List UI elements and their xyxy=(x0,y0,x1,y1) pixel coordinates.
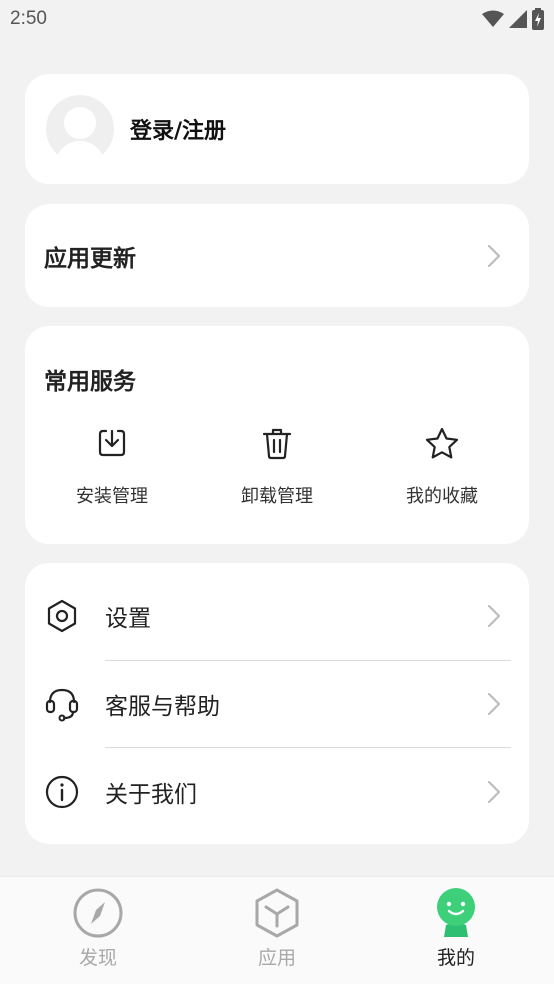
tab-discover-label: 发现 xyxy=(78,947,117,969)
status-time: 2:50 xyxy=(10,8,47,29)
chevron-right-icon xyxy=(487,244,501,267)
install-management-label: 安装管理 xyxy=(76,486,148,507)
info-icon xyxy=(44,774,80,810)
common-services-title: 常用服务 xyxy=(44,369,136,395)
my-favorites-label: 我的收藏 xyxy=(406,486,478,507)
cube-icon xyxy=(251,887,303,939)
install-management-button[interactable]: 安装管理 xyxy=(37,424,187,508)
login-register-label: 登录/注册 xyxy=(130,119,227,144)
settings-menu-card: 设置 客服与帮助 关于我们 xyxy=(25,563,529,844)
chevron-right-icon xyxy=(487,692,501,716)
wifi-icon xyxy=(482,10,504,27)
app-update-row[interactable]: 应用更新 xyxy=(25,204,529,307)
tab-apps[interactable]: 应用 xyxy=(222,887,332,970)
download-icon xyxy=(93,424,131,462)
default-avatar-icon xyxy=(46,95,114,163)
battery-charging-icon xyxy=(532,8,544,30)
tab-discover[interactable]: 发现 xyxy=(43,887,153,970)
my-favorites-button[interactable]: 我的收藏 xyxy=(367,424,517,508)
signal-icon xyxy=(509,10,527,28)
compass-icon xyxy=(72,887,124,939)
star-icon xyxy=(423,424,461,462)
settings-icon xyxy=(44,598,80,634)
about-us-label: 关于我们 xyxy=(105,782,197,808)
chevron-right-icon xyxy=(487,780,501,804)
uninstall-management-button[interactable]: 卸载管理 xyxy=(202,424,352,508)
about-us-row[interactable]: 关于我们 xyxy=(25,748,529,836)
app-update-title: 应用更新 xyxy=(44,245,136,272)
status-bar: 2:50 xyxy=(0,0,554,38)
settings-row[interactable]: 设置 xyxy=(25,572,529,660)
settings-label: 设置 xyxy=(105,606,151,632)
login-card[interactable]: 登录/注册 xyxy=(25,74,529,184)
uninstall-management-label: 卸载管理 xyxy=(241,486,313,507)
mascot-icon xyxy=(430,887,482,939)
bottom-tab-bar: 发现 应用 我的 xyxy=(0,876,554,984)
tab-mine-label: 我的 xyxy=(436,947,475,969)
status-icons xyxy=(482,8,544,30)
tab-mine[interactable]: 我的 xyxy=(401,887,511,970)
customer-service-row[interactable]: 客服与帮助 xyxy=(25,660,529,748)
common-services-card: 常用服务 安装管理 卸载管理 我的收藏 xyxy=(25,326,529,544)
trash-icon xyxy=(258,424,296,462)
customer-service-label: 客服与帮助 xyxy=(105,694,220,720)
tab-apps-label: 应用 xyxy=(257,947,296,969)
chevron-right-icon xyxy=(487,604,501,628)
headset-icon xyxy=(44,686,80,722)
